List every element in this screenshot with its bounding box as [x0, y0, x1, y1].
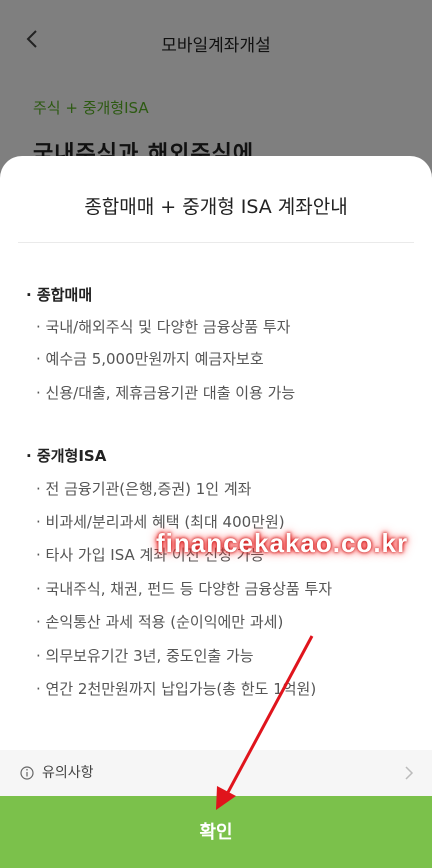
section-title-isa: · 중개형ISA	[26, 447, 107, 465]
list-item: · 연간 2천만원까지 납입가능(총 한도 1억원)	[36, 680, 317, 698]
sheet-title: 종합매매 + 중개형 ISA 계좌안내	[84, 196, 348, 218]
confirm-button[interactable]: 확인	[0, 796, 432, 868]
info-icon	[20, 766, 34, 780]
chevron-right-icon	[405, 766, 414, 780]
list-item: · 국내주식, 채권, 펀드 등 다양한 금융상품 투자	[36, 580, 333, 598]
list-item: · 예수금 5,000만원까지 예금자보호	[36, 350, 264, 368]
watermark: financekakao.co.kr	[156, 528, 409, 558]
notice-row[interactable]: 유의사항	[0, 750, 432, 796]
sheet-divider	[18, 242, 414, 243]
list-item: · 국내/해외주식 및 다양한 금융상품 투자	[36, 318, 291, 336]
list-item: · 의무보유기간 3년, 중도인출 가능	[36, 647, 254, 665]
app-header: 모바일계좌개설	[0, 0, 432, 80]
page-title: 모바일계좌개설	[161, 36, 271, 56]
notice-label: 유의사항	[42, 765, 94, 781]
list-item: · 신용/대출, 제휴금융기관 대출 이용 가능	[36, 384, 296, 402]
list-item: · 전 금융기관(은행,증권) 1인 계좌	[36, 480, 252, 498]
list-item: · 손익통산 과세 적용 (순이익에만 과세)	[36, 613, 284, 631]
background-subtitle: 주식 + 중개형ISA	[33, 99, 149, 117]
section-title-general: · 종합매매	[26, 286, 93, 304]
account-info-sheet: 종합매매 + 중개형 ISA 계좌안내 · 종합매매 · 국내/해외주식 및 다…	[0, 156, 432, 868]
confirm-label: 확인	[199, 822, 233, 842]
